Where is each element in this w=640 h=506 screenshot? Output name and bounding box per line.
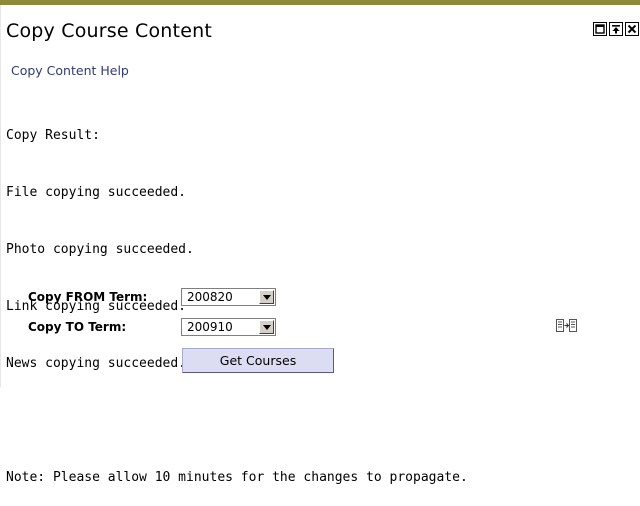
restore-icon[interactable] (593, 22, 607, 36)
propagation-note: Note: Please allow 10 minutes for the ch… (6, 470, 468, 485)
copy-from-term-value: 200820 (187, 290, 233, 304)
page-title: Copy Course Content (6, 20, 212, 42)
chevron-down-icon[interactable] (259, 320, 274, 334)
chevron-down-icon[interactable] (259, 290, 274, 304)
window-controls (593, 22, 639, 40)
copy-to-term-value: 200910 (187, 320, 233, 334)
get-courses-button[interactable]: Get Courses (182, 348, 334, 373)
close-icon[interactable] (625, 22, 639, 36)
result-line: File copying succeeded. (6, 185, 187, 200)
copy-from-label: Copy FROM Term: (28, 290, 148, 304)
result-line: Photo copying succeeded. (6, 242, 194, 257)
result-spacer (6, 411, 468, 430)
result-heading: Copy Result: (6, 128, 100, 143)
copy-to-label: Copy TO Term: (28, 320, 127, 334)
panel-border (0, 5, 1, 387)
copy-to-icon[interactable] (556, 318, 578, 338)
copy-to-term-select[interactable]: 200910 (181, 318, 276, 336)
copy-content-help-link[interactable]: Copy Content Help (11, 63, 129, 78)
move-top-icon[interactable] (609, 22, 623, 36)
copy-from-term-select[interactable]: 200820 (181, 288, 276, 306)
top-accent-bar (0, 0, 640, 5)
